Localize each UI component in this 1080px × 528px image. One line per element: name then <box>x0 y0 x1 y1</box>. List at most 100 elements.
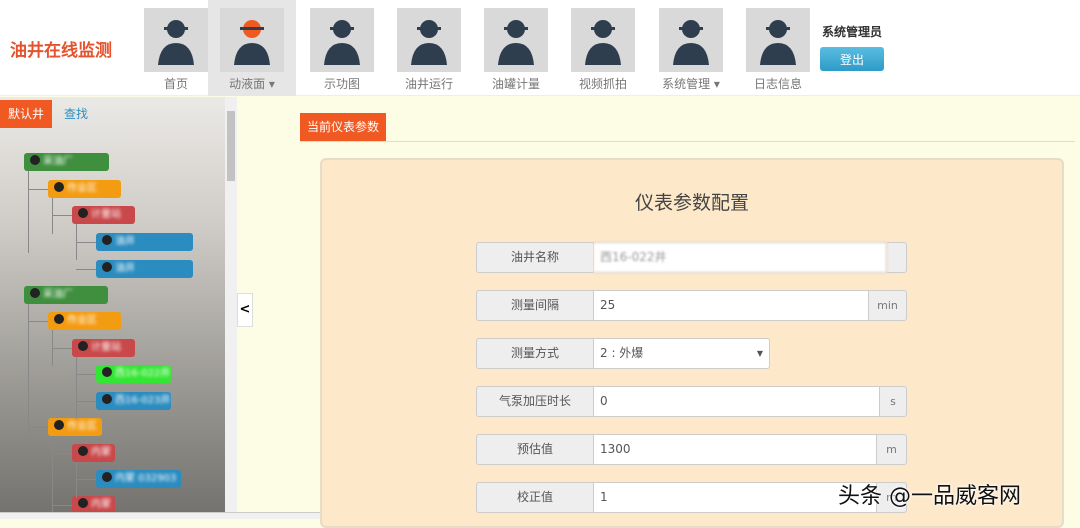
reading-worker-icon <box>746 8 810 72</box>
nav-item-7[interactable]: 日志信息 <box>734 0 822 96</box>
tree-connector <box>52 330 53 366</box>
form-row: 预估值 1300 m <box>476 434 907 465</box>
nav-item-0[interactable]: 首页 <box>132 0 220 96</box>
collapse-icon[interactable] <box>102 472 112 482</box>
tree-node[interactable]: 计量站 <box>72 206 135 224</box>
field-label: 测量间隔 <box>476 290 594 321</box>
tree-connector <box>76 374 96 375</box>
field-label: 气泵加压时长 <box>476 386 594 417</box>
field-label: 预估值 <box>476 434 594 465</box>
collapse-icon[interactable] <box>78 498 88 508</box>
tree-connector <box>28 321 48 322</box>
collapse-icon[interactable] <box>102 394 112 404</box>
field-input[interactable]: 1 <box>594 482 877 513</box>
tree-connector <box>76 479 96 480</box>
tree-connector <box>76 224 77 260</box>
nav-label: 油罐计量 <box>491 77 540 91</box>
tree-connector <box>76 462 77 498</box>
dropdown-arrow-icon: ▼ <box>756 349 763 358</box>
nav-label: 视频抓拍 <box>578 77 627 91</box>
top-header: 油井在线监测 首页 动液面 ▾ 示功图 油井运行 油罐计量 视频抓拍 系统管理 ▾ 日志信息 … <box>0 0 1080 96</box>
tree-node[interactable]: 采油厂 <box>24 286 108 304</box>
sidebar-scrollbar[interactable] <box>225 97 237 512</box>
field-label: 油井名称 <box>476 242 594 273</box>
unit-addon: s <box>880 386 907 417</box>
crane-icon <box>310 8 374 72</box>
tower-crane-icon <box>484 8 548 72</box>
tree-node[interactable]: 内蒙 <box>72 444 115 462</box>
collapse-icon[interactable] <box>78 446 88 456</box>
worker-icon <box>144 8 208 72</box>
tree-node[interactable]: 油井 <box>96 233 193 251</box>
nav-label: 油井运行 <box>404 77 453 91</box>
collapse-icon[interactable] <box>102 367 112 377</box>
tree-connector <box>52 198 53 234</box>
tree-connector <box>76 401 96 402</box>
scrollbar-thumb[interactable] <box>227 111 235 181</box>
tree-connector <box>76 357 77 419</box>
nav-item-6[interactable]: 系统管理 ▾ <box>647 0 735 96</box>
tree-connector <box>28 189 48 190</box>
status-bar <box>0 512 360 519</box>
field-input[interactable]: 西16-022井 <box>594 242 887 273</box>
nav-label: 系统管理 ▾ <box>662 77 720 91</box>
collapse-icon[interactable] <box>78 341 88 351</box>
unit-addon <box>887 242 907 273</box>
form-row: 气泵加压时长 0 s <box>476 386 907 417</box>
tree-node[interactable]: 内蒙 032903 <box>96 470 181 488</box>
unit-addon: m <box>877 434 907 465</box>
measure-mode-select[interactable]: 2 : 外爆 ▼ <box>594 338 770 369</box>
collapse-icon[interactable] <box>54 182 64 192</box>
tree-node[interactable]: 西16-022井 <box>96 365 171 383</box>
field-input[interactable]: 0 <box>594 386 880 417</box>
tree-connector <box>52 505 72 506</box>
form-row: 油井名称 西16-022井 <box>476 242 907 273</box>
collapse-icon[interactable] <box>102 262 112 272</box>
tab-current-params[interactable]: 当前仪表参数 <box>300 113 386 141</box>
tree-node[interactable]: 作业区 <box>48 312 121 330</box>
tree-node[interactable]: 作业区 <box>48 418 102 436</box>
nav-item-2[interactable]: 示功图 <box>298 0 386 96</box>
field-input[interactable]: 1300 <box>594 434 877 465</box>
tab-divider <box>300 141 1075 142</box>
tree-node[interactable]: 采油厂 <box>24 153 109 171</box>
tree-connector <box>52 436 53 516</box>
nav-item-5[interactable]: 视频抓拍 <box>559 0 647 96</box>
tree-connector <box>52 215 72 216</box>
nav-item-3[interactable]: 油井运行 <box>385 0 473 96</box>
tree-connector <box>52 453 72 454</box>
tree-connector <box>28 171 29 253</box>
sidebar: 默认井 查找 采油厂 作业区 计量站 油井 油井 采油厂 作业区 计量站 西16-022井 西16… <box>0 97 237 516</box>
tree-node[interactable]: 西16-023井 <box>96 392 171 410</box>
field-input[interactable]: 25 <box>594 290 869 321</box>
tab-search[interactable]: 查找 <box>64 100 88 128</box>
tree-node[interactable]: 计量站 <box>72 339 135 357</box>
collapse-icon[interactable] <box>78 208 88 218</box>
nav-item-4[interactable]: 油罐计量 <box>472 0 560 96</box>
folder-icon[interactable] <box>30 155 40 165</box>
tree-connector <box>76 242 96 243</box>
tree-node[interactable]: 油井 <box>96 260 193 278</box>
panel-title: 仪表参数配置 <box>634 192 749 214</box>
desk-worker-icon <box>571 8 635 72</box>
unit-addon: min <box>869 290 907 321</box>
nav-label: 首页 <box>163 77 188 91</box>
operation-screen-icon <box>397 8 461 72</box>
tree-connector <box>76 269 96 270</box>
tab-default-wells[interactable]: 默认井 <box>0 100 52 128</box>
form-row: 测量方式 2 : 外爆 ▼ <box>476 338 770 369</box>
collapse-icon[interactable] <box>102 235 112 245</box>
nav-item-1[interactable]: 动液面 ▾ <box>208 0 296 96</box>
nav-label: 示功图 <box>323 77 360 91</box>
folder-icon[interactable] <box>30 288 40 298</box>
logout-button[interactable]: 登出 <box>820 47 884 71</box>
form-row: 测量间隔 25 min <box>476 290 907 321</box>
collapse-sidebar-button[interactable]: < <box>237 293 253 327</box>
username: 系统管理员 <box>822 25 883 39</box>
nav-label: 动液面 ▾ <box>229 77 275 91</box>
collapse-icon[interactable] <box>54 314 64 324</box>
gears-icon <box>659 8 723 72</box>
collapse-icon[interactable] <box>54 420 64 430</box>
tree-connector <box>28 427 48 428</box>
tree-node[interactable]: 作业区 <box>48 180 121 198</box>
